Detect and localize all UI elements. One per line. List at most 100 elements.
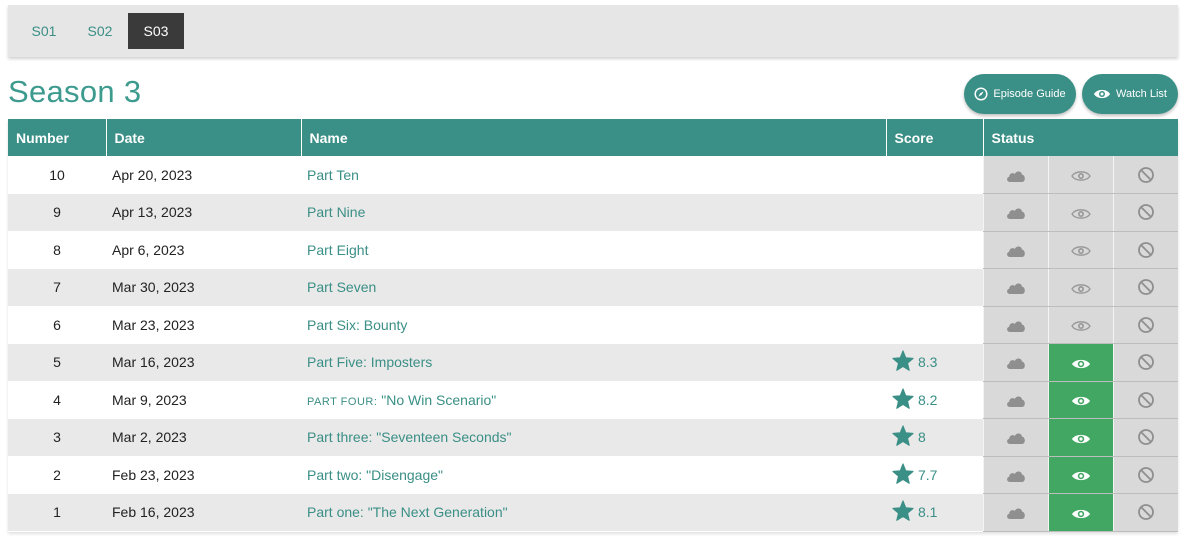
ignore-toggle[interactable] <box>1112 156 1178 194</box>
episode-number: 10 <box>8 156 106 194</box>
eye-icon <box>1070 167 1091 183</box>
eye-icon <box>1070 242 1091 258</box>
column-header-status: Status <box>983 119 1178 156</box>
episode-name-link[interactable]: Part Seven <box>301 268 886 306</box>
table-row: 10 Apr 20, 2023 Part Ten <box>8 156 1178 194</box>
episode-name-text: Part two: "Disengage" <box>307 466 444 483</box>
cloud-icon <box>1005 392 1027 408</box>
watched-toggle[interactable] <box>1047 343 1113 382</box>
ignore-toggle[interactable] <box>1112 493 1178 532</box>
episode-guide-label: Episode Guide <box>993 88 1066 100</box>
collect-toggle[interactable] <box>982 231 1048 269</box>
episode-date: Feb 23, 2023 <box>106 456 301 494</box>
table-header-row: Number Date Name Score Status <box>8 119 1178 156</box>
ignore-toggle[interactable] <box>1112 231 1178 269</box>
page: S01 S02 S03 Season 3 Episode Guide Watch… <box>0 0 1191 544</box>
eye-icon <box>1070 317 1091 333</box>
episode-score: 7.7 <box>886 456 983 494</box>
episode-name-text: Part three: "Seventeen Seconds" <box>307 429 512 446</box>
episode-score <box>886 268 983 306</box>
ignore-toggle[interactable] <box>1112 193 1178 232</box>
eye-icon <box>1070 204 1091 220</box>
collect-toggle[interactable] <box>982 268 1048 307</box>
episode-name-link[interactable]: Part Nine <box>301 193 886 231</box>
table-row: 5 Mar 16, 2023 Part Five: Imposters 8.3 <box>8 343 1178 382</box>
episode-score <box>886 193 983 231</box>
eye-icon <box>1071 504 1091 520</box>
episode-name-link[interactable]: Part Ten <box>301 156 886 194</box>
collect-toggle[interactable] <box>982 456 1048 494</box>
score-value: 8.3 <box>918 354 938 371</box>
eye-icon <box>1093 88 1111 100</box>
watched-toggle[interactable] <box>1047 381 1113 419</box>
table-row: 8 Apr 6, 2023 Part Eight <box>8 231 1178 269</box>
episode-name-link[interactable]: PART FOUR: "No Win Scenario" <box>301 381 886 419</box>
column-header-score[interactable]: Score <box>886 119 984 156</box>
episode-date: Feb 16, 2023 <box>106 493 301 531</box>
tab-s03[interactable]: S03 <box>128 13 184 49</box>
cloud-icon <box>1005 504 1027 520</box>
collect-toggle[interactable] <box>982 493 1048 532</box>
ignore-toggle[interactable] <box>1112 418 1178 457</box>
collect-toggle[interactable] <box>982 418 1048 457</box>
watched-toggle[interactable] <box>1047 268 1113 307</box>
tab-s02[interactable]: S02 <box>74 13 126 49</box>
episode-score <box>886 306 983 344</box>
collect-toggle[interactable] <box>982 156 1048 194</box>
watched-toggle[interactable] <box>1047 231 1113 269</box>
ignore-toggle[interactable] <box>1112 456 1178 494</box>
star-icon <box>892 350 914 374</box>
collect-toggle[interactable] <box>982 306 1048 344</box>
episode-name-link[interactable]: Part three: "Seventeen Seconds" <box>301 418 886 456</box>
column-header-name[interactable]: Name <box>301 119 887 156</box>
cloud-icon <box>1005 242 1027 258</box>
episode-name-link[interactable]: Part Six: Bounty <box>301 306 886 344</box>
ban-icon <box>1137 241 1155 258</box>
episode-guide-button[interactable]: Episode Guide <box>964 74 1076 114</box>
tab-s01[interactable]: S01 <box>18 13 70 49</box>
episode-name-text: Part one: "The Next Generation" <box>307 504 508 521</box>
column-header-number[interactable]: Number <box>8 119 107 156</box>
watched-toggle[interactable] <box>1047 156 1113 194</box>
table-row: 2 Feb 23, 2023 Part two: "Disengage" 7.7 <box>8 456 1178 494</box>
star-icon <box>892 500 914 524</box>
watched-toggle[interactable] <box>1047 493 1113 532</box>
watched-toggle[interactable] <box>1047 418 1113 457</box>
watched-toggle[interactable] <box>1047 193 1113 232</box>
ignore-toggle[interactable] <box>1112 381 1178 419</box>
table-row: 4 Mar 9, 2023 PART FOUR: "No Win Scenario"… <box>8 381 1178 419</box>
watched-toggle[interactable] <box>1047 306 1113 344</box>
ignore-toggle[interactable] <box>1112 306 1178 344</box>
ban-icon <box>1137 353 1155 371</box>
episode-score: 8.2 <box>886 381 983 419</box>
watch-list-button[interactable]: Watch List <box>1082 74 1178 114</box>
episode-name-link[interactable]: Part Five: Imposters <box>301 343 886 381</box>
episode-number: 3 <box>8 418 106 456</box>
season-tab-bar: S01 S02 S03 <box>8 5 1178 57</box>
watched-toggle[interactable] <box>1047 456 1113 494</box>
episode-name-text: Part Seven <box>307 279 377 296</box>
cloud-icon <box>1005 317 1027 333</box>
ignore-toggle[interactable] <box>1112 268 1178 307</box>
collect-toggle[interactable] <box>982 343 1048 382</box>
table-row: 3 Mar 2, 2023 Part three: "Seventeen Secon… <box>8 418 1178 457</box>
episode-name-link[interactable]: Part two: "Disengage" <box>301 456 886 494</box>
episode-name-link[interactable]: Part one: "The Next Generation" <box>301 493 886 531</box>
collect-toggle[interactable] <box>982 193 1048 232</box>
ban-icon <box>1137 391 1155 408</box>
score-value: 8.2 <box>918 391 938 408</box>
column-header-date[interactable]: Date <box>106 119 302 156</box>
cloud-icon <box>1005 166 1027 182</box>
episode-name-link[interactable]: Part Eight <box>301 231 886 269</box>
collect-toggle[interactable] <box>982 381 1048 419</box>
table-row: 6 Mar 23, 2023 Part Six: Bounty <box>8 306 1178 344</box>
episode-name-text: Part Five: Imposters <box>307 354 433 371</box>
episode-name-text: "No Win Scenario" <box>377 391 497 408</box>
episode-date: Mar 23, 2023 <box>106 306 301 344</box>
ignore-toggle[interactable] <box>1112 343 1178 382</box>
cloud-icon <box>1005 467 1027 483</box>
episode-date: Apr 6, 2023 <box>106 231 301 269</box>
episode-name-prefix: PART FOUR: <box>307 395 378 408</box>
ban-icon <box>1137 278 1155 296</box>
ban-icon <box>1137 428 1155 446</box>
